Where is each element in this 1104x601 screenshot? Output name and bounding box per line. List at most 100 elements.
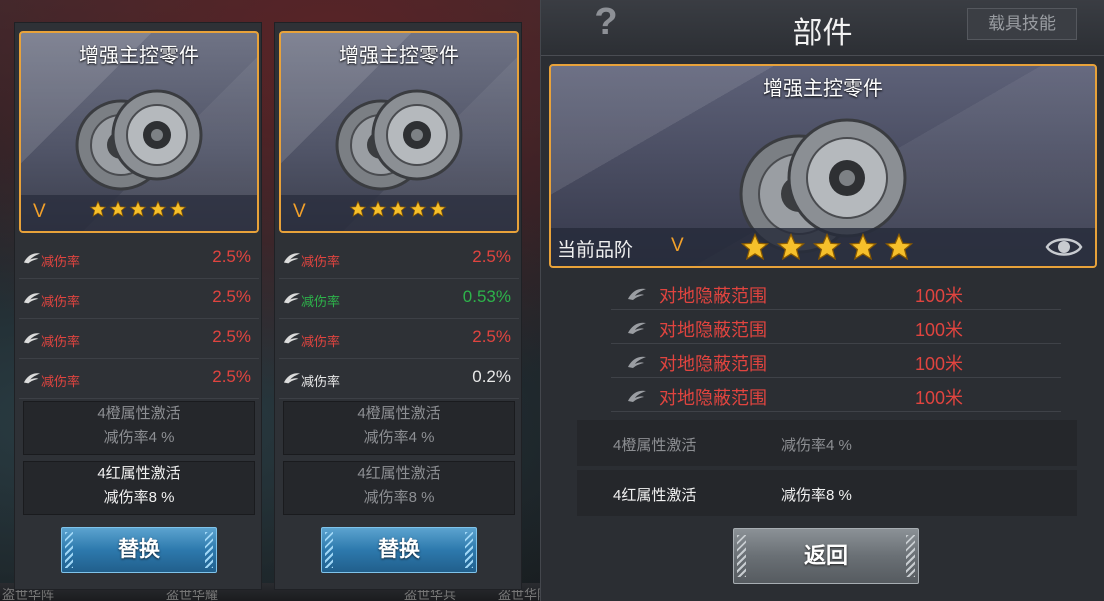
grade-strip: V [281, 195, 517, 231]
attribute-label: 减伤率 [41, 294, 81, 309]
set-bonus-red: 4红属性激活 减伤率8 % [283, 461, 515, 515]
current-grade-label: 当前品阶 [557, 240, 634, 261]
replace-button[interactable]: 替换 [321, 527, 477, 573]
set-bonus-orange: 4橙属性激活 减伤率4 % [283, 401, 515, 455]
attribute-label: 减伤率 [301, 294, 341, 309]
attribute-label: 对地隐蔽范围 [659, 354, 767, 374]
attribute-value: 2.5% [212, 367, 251, 386]
attribute-value: 2.5% [472, 327, 511, 346]
set-bonus-name: 4红属性激活 [613, 487, 697, 504]
set-bonus-orange: 4橙属性激活 减伤率4 % [23, 401, 255, 455]
wing-icon [23, 253, 41, 264]
attribute-value: 0.2% [472, 367, 511, 386]
star-icon [129, 200, 147, 217]
star-icon [169, 200, 187, 217]
set-bonus-red: 4红属性激活 减伤率8 % [577, 470, 1077, 516]
attribute-label: 减伤率 [301, 374, 341, 389]
set-bonus-name: 4红属性激活 [97, 465, 181, 482]
attribute-value: 100米 [915, 286, 964, 306]
attribute-label: 减伤率 [301, 334, 341, 349]
attribute-value: 0.53% [462, 287, 511, 306]
attribute-list: 减伤率 2.5% 减伤率 2.5% 减伤率 2.5% 减伤率 2.5% [19, 239, 259, 399]
attribute-value: 2.5% [212, 247, 251, 266]
star-icon [884, 232, 914, 261]
set-bonus-effect: 减伤率8 % [781, 487, 852, 504]
attribute-row: 减伤率 2.5% [279, 239, 519, 279]
attribute-row: 减伤率 2.5% [279, 319, 519, 359]
attribute-value: 2.5% [212, 327, 251, 346]
set-bonus-effect: 减伤率4 % [103, 429, 175, 446]
star-icon [409, 200, 427, 217]
brake-disc-icon [75, 89, 203, 191]
set-bonus-effect: 减伤率8 % [103, 489, 175, 506]
attribute-value: 100米 [915, 388, 964, 408]
item-name: 增强主控零件 [339, 45, 459, 67]
attribute-value: 2.5% [472, 247, 511, 266]
star-icon [149, 200, 167, 217]
star-icon [89, 200, 107, 217]
star-rating [739, 232, 915, 262]
star-icon [429, 200, 447, 217]
attribute-row: 减伤率 0.2% [279, 359, 519, 399]
wing-icon [628, 322, 646, 334]
set-bonus-effect: 减伤率8 % [363, 489, 435, 506]
replace-button[interactable]: 替换 [61, 527, 217, 573]
wing-icon [283, 293, 301, 304]
attribute-row: 减伤率 2.5% [19, 359, 259, 399]
set-bonus-effect: 减伤率4 % [363, 429, 435, 446]
attribute-list: 对地隐蔽范围 100米 对地隐蔽范围 100米 对地隐蔽范围 100米 对地隐蔽… [611, 276, 1061, 412]
part-detail-panel: ? 部件 载具技能 增强主控零件 当前品阶 V 对地隐蔽范围 100米 对地隐蔽… [540, 0, 1104, 601]
star-icon [776, 232, 806, 261]
grade-value: V [671, 235, 684, 256]
wing-icon [628, 390, 646, 402]
attribute-value: 100米 [915, 320, 964, 340]
grade-strip: V [21, 195, 257, 231]
attribute-label: 减伤率 [41, 334, 81, 349]
grade-value: V [293, 201, 306, 222]
set-bonus-name: 4橙属性激活 [97, 405, 181, 422]
star-icon [369, 200, 387, 217]
wing-icon [23, 293, 41, 304]
tab-vehicle-skills[interactable]: 载具技能 [967, 8, 1077, 40]
star-rating [89, 200, 187, 218]
brake-disc-icon [335, 89, 463, 191]
attribute-row: 对地隐蔽范围 100米 [611, 310, 1061, 344]
panel-header: ? 部件 载具技能 [541, 0, 1104, 56]
attribute-value: 100米 [915, 354, 964, 374]
wing-icon [628, 288, 646, 300]
attribute-list: 减伤率 2.5% 减伤率 0.53% 减伤率 2.5% 减伤率 0.2% [279, 239, 519, 399]
attribute-value: 2.5% [212, 287, 251, 306]
item-frame: 增强主控零件 V [279, 31, 519, 233]
star-icon [389, 200, 407, 217]
item-name: 增强主控零件 [79, 45, 199, 67]
eye-icon[interactable] [1045, 234, 1083, 260]
attribute-label: 对地隐蔽范围 [659, 286, 767, 306]
star-icon [812, 232, 842, 261]
attribute-row: 减伤率 0.53% [279, 279, 519, 319]
attribute-label: 减伤率 [41, 374, 81, 389]
wing-icon [283, 373, 301, 384]
set-bonus-red: 4红属性激活 减伤率8 % [23, 461, 255, 515]
grade-strip: 当前品阶 V [551, 228, 1095, 266]
compare-card-candidate: 增强主控零件 V 减伤率 2.5% 减伤率 0.53% 减伤率 2.5% 减伤率… [274, 22, 522, 590]
attribute-label: 减伤率 [41, 254, 81, 269]
star-icon [740, 232, 770, 261]
attribute-row: 减伤率 2.5% [19, 239, 259, 279]
grade-value: V [33, 201, 46, 222]
wing-icon [283, 253, 301, 264]
item-frame: 增强主控零件 V [19, 31, 259, 233]
item-detail-frame: 增强主控零件 当前品阶 V [549, 64, 1097, 268]
back-button[interactable]: 返回 [733, 528, 919, 584]
item-name: 增强主控零件 [763, 78, 883, 100]
set-bonus-name: 4橙属性激活 [357, 405, 441, 422]
attribute-label: 减伤率 [301, 254, 341, 269]
set-bonus-effect: 减伤率4 % [781, 437, 852, 454]
star-icon [109, 200, 127, 217]
set-bonus-name: 4橙属性激活 [613, 437, 697, 454]
wing-icon [23, 373, 41, 384]
star-icon [848, 232, 878, 261]
attribute-row: 对地隐蔽范围 100米 [611, 276, 1061, 310]
wing-icon [628, 356, 646, 368]
attribute-row: 减伤率 2.5% [19, 279, 259, 319]
set-bonus-name: 4红属性激活 [357, 465, 441, 482]
